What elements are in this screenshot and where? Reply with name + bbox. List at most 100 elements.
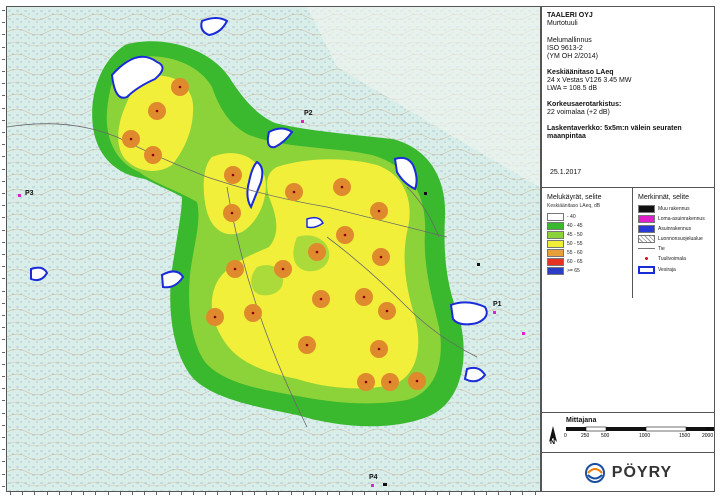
coordinate-tick (205, 492, 207, 495)
wind-turbine-marker (319, 297, 323, 301)
coordinate-tick (2, 400, 5, 402)
scale-label: 1500 (679, 433, 691, 439)
coordinate-tick (2, 156, 5, 158)
coordinate-tick (522, 492, 524, 495)
coordinate-tick (2, 376, 5, 377)
legend-swatch (547, 257, 564, 266)
legend-panel: TAALERI OYJ Murtotuuli Melumallinnus ISO… (541, 6, 715, 492)
map-sheet: P3 P2 P1 P4 TAALERI OYJ Murtotuuli Melum… (0, 0, 720, 502)
coordinate-tick (461, 492, 463, 495)
wind-turbine-marker (315, 250, 319, 254)
legend-swatch (547, 212, 564, 221)
scale-label: 0 (564, 433, 567, 439)
correction-title: Korkeusaerotarkistus: (547, 101, 622, 108)
coordinate-tick (534, 492, 536, 495)
legend-label: 40 - 45 (567, 222, 583, 229)
other-building-icon (638, 204, 655, 213)
coordinate-tick (2, 412, 5, 414)
wind-turbine-marker (281, 267, 285, 271)
wind-turbine-marker (379, 255, 383, 259)
coordinate-tick (327, 492, 329, 495)
wind-turbine-marker (129, 137, 133, 141)
coordinate-tick (278, 492, 280, 495)
coordinate-tick (2, 144, 5, 146)
symbol-legend-item: Asuinrakennus (638, 224, 692, 233)
correction-value: 22 voimalaa (+2 dB) (547, 109, 610, 116)
symbol-legend-title: Merkinnät, selite (638, 194, 689, 201)
holiday-home-marker (18, 194, 21, 197)
building-marker (477, 263, 480, 266)
coordinate-tick (2, 46, 5, 48)
legend-label: Vesiraja (658, 266, 676, 273)
wind-turbine-marker (251, 311, 255, 315)
coordinate-tick (302, 492, 304, 495)
legend-swatch (547, 266, 564, 275)
map-date: 25.1.2017 (550, 169, 582, 176)
wind-turbine-marker (377, 347, 381, 351)
legends-area: Melukäyrät, selite Keskiäänitaso LAeq, d… (542, 187, 714, 298)
legend-label: Asuinrakennus (658, 225, 692, 232)
coordinate-tick (254, 492, 255, 495)
coordinate-tick (2, 302, 5, 304)
noise-legend-item: >= 65 (547, 266, 580, 275)
noise-legend-item: 40 - 45 (547, 221, 583, 230)
noise-legend-subtitle: Keskiäänitaso LAeq, dB (547, 203, 601, 209)
coordinate-tick (424, 492, 426, 495)
model-standard: ISO 9613-2 (547, 45, 583, 52)
coordinate-tick (498, 492, 499, 495)
lake (449, 301, 488, 326)
shoreline-icon (638, 265, 655, 274)
wind-turbine-marker (343, 233, 347, 237)
legend-label: 55 - 60 (567, 249, 583, 256)
coordinate-tick (2, 339, 5, 341)
coordinate-tick (449, 492, 451, 495)
wind-turbine-marker (155, 109, 159, 113)
scale-labels: 0 250 500 1000 1500 2000 (564, 433, 714, 441)
coordinate-tick (266, 492, 268, 495)
coordinate-tick (2, 193, 5, 194)
wind-turbine-marker (364, 380, 368, 384)
company-name: TAALERI OYJ (547, 12, 593, 19)
coordinate-tick (241, 492, 243, 495)
coordinate-tick (510, 492, 512, 495)
coordinate-tick (2, 254, 5, 255)
coordinate-tick (485, 492, 487, 495)
coordinate-tick (290, 492, 292, 495)
legend-label: Muu rakennus (658, 205, 690, 212)
holiday-home-marker (493, 311, 496, 314)
wind-turbine-marker (233, 267, 237, 271)
coordinate-tick (2, 266, 5, 268)
coordinate-tick (2, 71, 5, 72)
company-logo: PÖYRY (542, 452, 714, 492)
coordinate-tick (315, 492, 316, 495)
coordinate-tick (2, 132, 5, 133)
coordinate-tick (193, 492, 194, 495)
coordinate-tick (168, 492, 170, 495)
legend-label: 45 - 50 (567, 231, 583, 238)
logo-wordmark: PÖYRY (611, 463, 673, 481)
noise-legend-item: 55 - 60 (547, 248, 583, 257)
sound-power: LWA = 108.5 dB (547, 85, 598, 92)
legend-swatch (547, 239, 564, 248)
legend-swatch (547, 230, 564, 239)
noise-legend-item: - 40 (547, 212, 576, 221)
holiday-home-marker (371, 484, 374, 487)
wind-turbine-marker (362, 295, 366, 299)
legend-swatch (547, 221, 564, 230)
lake (463, 366, 487, 383)
coordinate-tick (180, 492, 182, 495)
coordinate-tick (71, 492, 72, 495)
coordinate-tick (83, 492, 85, 495)
building-marker (424, 192, 427, 195)
wind-turbine-marker (178, 85, 182, 89)
coordinate-tick (119, 492, 121, 495)
coordinate-tick (2, 205, 5, 207)
legend-label: Tuulivoimala (658, 255, 686, 262)
wind-turbine-marker (340, 185, 344, 189)
coordinate-tick (10, 492, 11, 495)
point-label-p1: P1 (493, 301, 502, 308)
coordinate-tick (437, 492, 438, 495)
wind-turbine-marker (415, 379, 419, 383)
scale-label: 500 (601, 433, 610, 439)
legend-label: 60 - 65 (567, 258, 583, 265)
